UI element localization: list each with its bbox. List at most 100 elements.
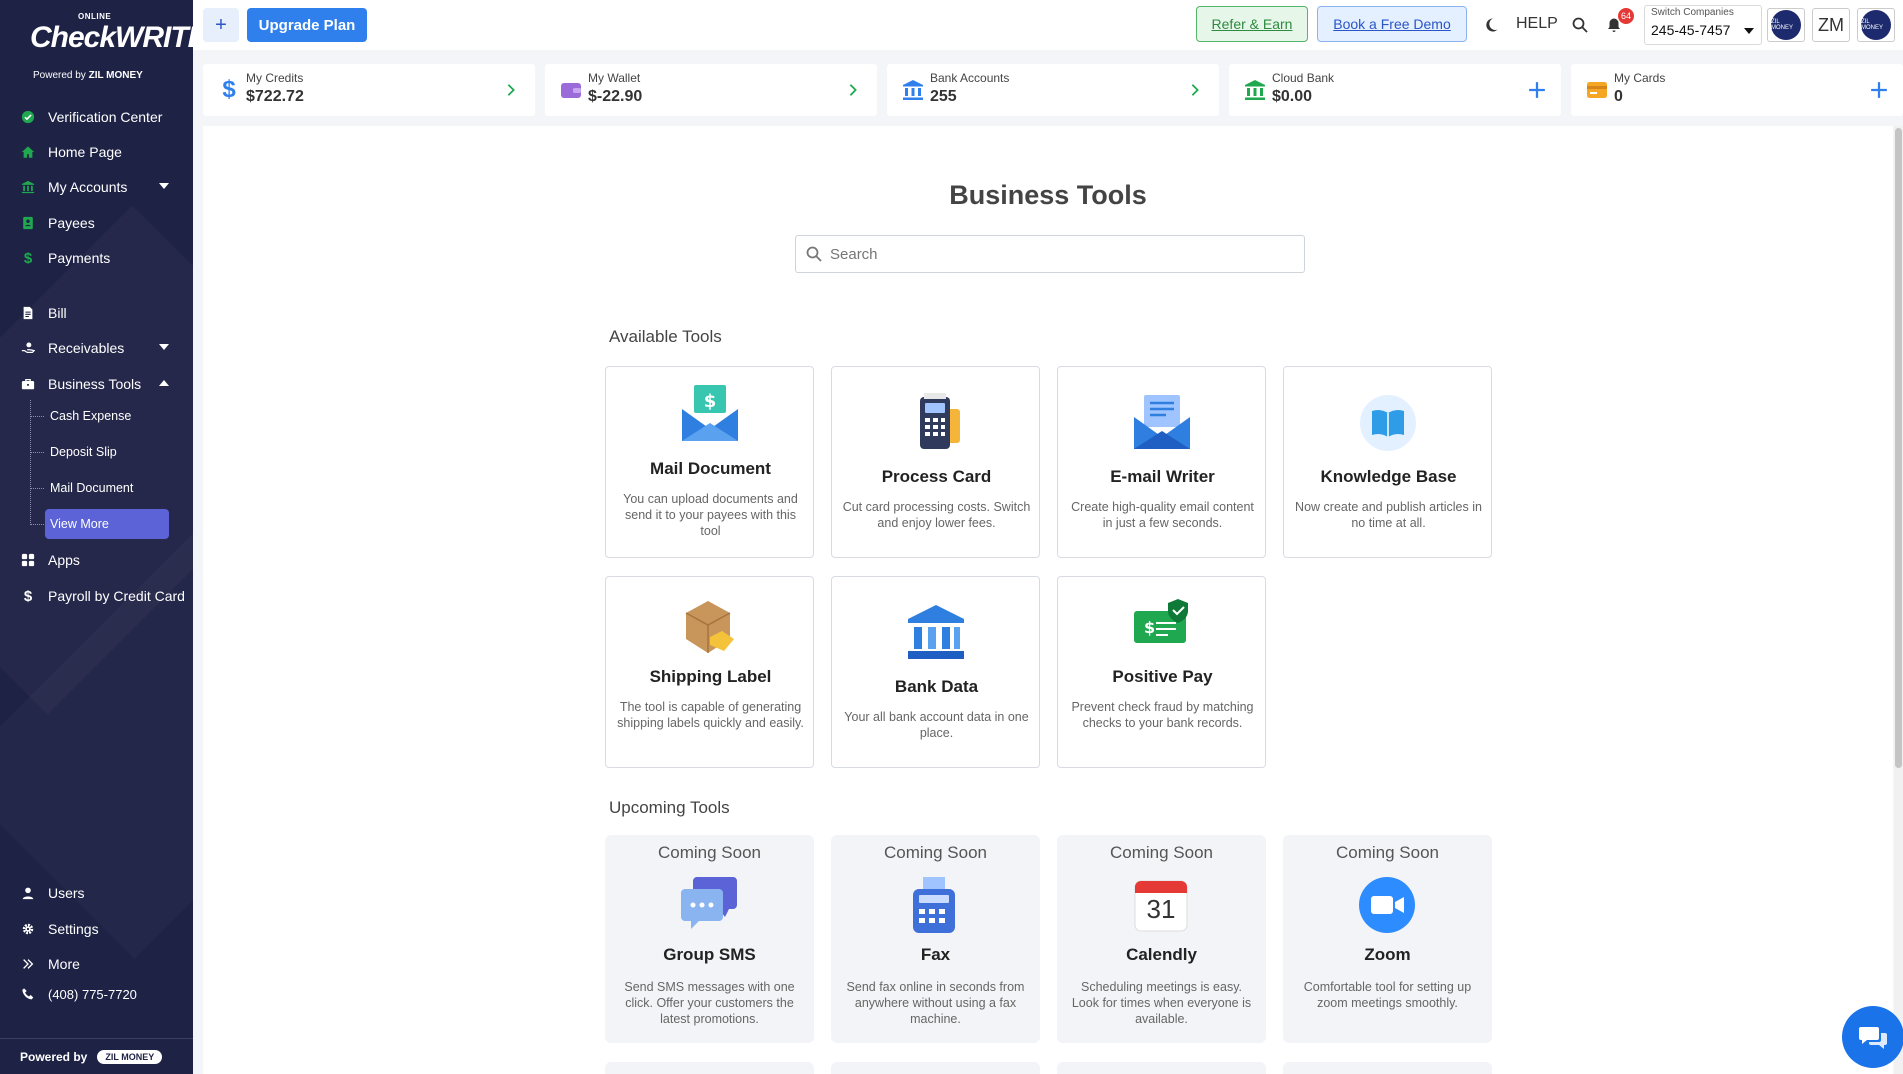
app-logo[interactable]: ONLINE CheckWRITER Powered by ZIL MONEY	[30, 12, 193, 84]
upcoming-card-calendly[interactable]: Coming Soon 31 Calendly Scheduling meeti…	[1057, 835, 1266, 1043]
tool-card-email-writer[interactable]: E-mail Writer Create high-quality email …	[1057, 366, 1266, 558]
sidebar-item-my-accounts[interactable]: My Accounts	[0, 171, 193, 203]
gear-icon	[20, 921, 36, 937]
card-terminal-icon	[920, 393, 960, 449]
sidebar-item-home-page[interactable]: Home Page	[0, 136, 193, 168]
chevron-down-icon	[159, 183, 169, 189]
summary-card-my-cards[interactable]: My Cards 0	[1571, 64, 1903, 116]
tool-card-knowledge-base[interactable]: Knowledge Base Now create and publish ar…	[1283, 366, 1492, 558]
search-icon[interactable]	[1569, 14, 1591, 36]
double-chevron-right-icon	[20, 956, 36, 972]
coming-soon-badge: Coming Soon	[1335, 843, 1439, 862]
chevron-right-icon[interactable]	[499, 78, 523, 102]
submenu-item-cash-expense[interactable]: Cash Expense	[30, 400, 180, 432]
tool-card-shipping-label[interactable]: Shipping Label The tool is capable of ge…	[605, 576, 814, 768]
summary-label: My Credits	[246, 71, 304, 85]
sidebar-item-label: Bill	[48, 305, 67, 321]
tool-card-process-card[interactable]: Process Card Cut card processing costs. …	[831, 366, 1040, 558]
sidebar-item-label: (408) 775-7720	[48, 986, 137, 1002]
coming-soon-badge: Coming Soon	[883, 843, 987, 862]
sidebar-item-label: Apps	[48, 552, 80, 568]
sidebar-item-users[interactable]: Users	[0, 877, 193, 909]
tool-card-positive-pay[interactable]: $ Positive Pay Prevent check fraud by ma…	[1057, 576, 1266, 768]
upcoming-card-fax[interactable]: Coming Soon Fax Send fax online in secon…	[831, 835, 1040, 1043]
main-scrollbar[interactable]	[1894, 126, 1903, 1074]
tool-name: E-mail Writer	[1110, 467, 1215, 486]
sidebar-item-payments[interactable]: $ Payments	[0, 242, 193, 274]
tool-name: Mail Document	[650, 459, 771, 478]
sidebar-item-payees[interactable]: Payees	[0, 207, 193, 239]
search-input[interactable]	[830, 242, 1290, 266]
dark-mode-icon[interactable]	[1480, 14, 1502, 36]
chevron-down-icon	[1744, 28, 1754, 34]
logo-brand-text: CheckWRITER	[30, 21, 193, 54]
phone-icon	[20, 986, 36, 1002]
help-link[interactable]: HELP	[1516, 15, 1558, 33]
tool-description: Send SMS messages with one click. Offer …	[624, 980, 795, 1026]
sidebar-item-phone[interactable]: (408) 775-7720	[0, 978, 193, 1010]
sidebar-item-label: More	[48, 956, 80, 972]
search-field[interactable]	[795, 235, 1305, 273]
refer-earn-button[interactable]: Refer & Earn	[1196, 6, 1308, 42]
scrollbar-thumb[interactable]	[1895, 128, 1902, 768]
live-chat-button[interactable]	[1842, 1006, 1903, 1068]
logo-powered-label: Powered by	[33, 70, 86, 81]
tool-name: Zoom	[1364, 945, 1411, 964]
sidebar-item-bill[interactable]: Bill	[0, 297, 193, 329]
book-demo-button[interactable]: Book a Free Demo	[1317, 6, 1467, 42]
summary-card-bank-accounts[interactable]: Bank Accounts 255	[887, 64, 1219, 116]
sidebar-item-receivables[interactable]: Receivables	[0, 332, 193, 364]
video-camera-icon	[1359, 877, 1415, 933]
available-tools-heading: Available Tools	[609, 327, 722, 346]
switch-company-label: Switch Companies	[1651, 7, 1734, 18]
plus-icon[interactable]	[1867, 78, 1891, 102]
switch-company-select[interactable]: Switch Companies 245-45-7457	[1644, 5, 1762, 45]
sidebar-item-more[interactable]: More	[0, 948, 193, 980]
tool-card-mail-document[interactable]: $ Mail Document You can upload documents…	[605, 366, 814, 558]
calendar-icon: 31	[1131, 875, 1191, 935]
user-initials-button[interactable]: ZM	[1812, 8, 1850, 42]
tool-name: Fax	[920, 945, 951, 964]
profile-avatar[interactable]: ZIL MONEY	[1857, 8, 1895, 42]
plus-icon[interactable]	[1525, 78, 1549, 102]
email-writer-icon	[1134, 395, 1190, 449]
coming-soon-badge: Coming Soon	[1109, 843, 1213, 862]
submenu-item-mail-document[interactable]: Mail Document	[30, 472, 180, 504]
home-icon	[20, 144, 36, 160]
mail-document-icon: $	[682, 385, 738, 441]
chevron-right-icon[interactable]	[1183, 78, 1207, 102]
submenu-item-label: Cash Expense	[50, 409, 132, 423]
upcoming-card-zoom[interactable]: Coming Soon Zoom Comfortable tool for se…	[1283, 835, 1492, 1043]
summary-card-my-credits[interactable]: $ My Credits $722.72	[203, 64, 535, 116]
sidebar-item-apps[interactable]: Apps	[0, 544, 193, 576]
company-avatar[interactable]: ZIL MONEY	[1767, 8, 1805, 42]
sidebar-item-payroll-credit-card[interactable]: $ Payroll by Credit Card	[0, 580, 193, 612]
tool-name: Knowledge Base	[1320, 467, 1457, 486]
sidebar-item-business-tools[interactable]: Business Tools	[0, 368, 193, 400]
chat-icon	[1859, 1027, 1887, 1049]
bank-icon	[908, 605, 964, 659]
upgrade-plan-button[interactable]: Upgrade Plan	[247, 8, 367, 42]
bill-icon	[20, 305, 36, 321]
summary-card-my-wallet[interactable]: My Wallet $-22.90	[545, 64, 877, 116]
top-bar: + Upgrade Plan Refer & Earn Book a Free …	[193, 0, 1903, 50]
chevron-right-icon[interactable]	[841, 78, 865, 102]
sidebar-item-label: Receivables	[48, 340, 125, 356]
submenu-item-view-more[interactable]: View More	[30, 508, 180, 540]
zil-money-logo[interactable]: ZIL MONEY	[97, 1049, 163, 1064]
next-row-card-peek	[605, 1062, 814, 1074]
sidebar-item-verification-center[interactable]: Verification Center	[0, 101, 193, 133]
tool-description: Create high-quality email content in jus…	[1071, 500, 1254, 530]
quick-add-button[interactable]: +	[203, 8, 239, 42]
upcoming-card-group-sms[interactable]: Coming Soon Group SMS Send SMS messages …	[605, 835, 814, 1043]
footer-powered-by: Powered by	[20, 1049, 88, 1064]
chat-bubbles-icon	[681, 877, 737, 929]
summary-card-cloud-bank[interactable]: Cloud Bank $0.00	[1229, 64, 1561, 116]
tool-description: Cut card processing costs. Switch and en…	[842, 500, 1031, 530]
sidebar-item-settings[interactable]: Settings	[0, 913, 193, 945]
svg-text:$: $	[704, 391, 717, 412]
chevron-down-icon	[159, 344, 169, 350]
tool-card-bank-data[interactable]: Bank Data Your all bank account data in …	[831, 576, 1040, 768]
summary-label: My Cards	[1614, 71, 1666, 85]
submenu-item-deposit-slip[interactable]: Deposit Slip	[30, 436, 180, 468]
